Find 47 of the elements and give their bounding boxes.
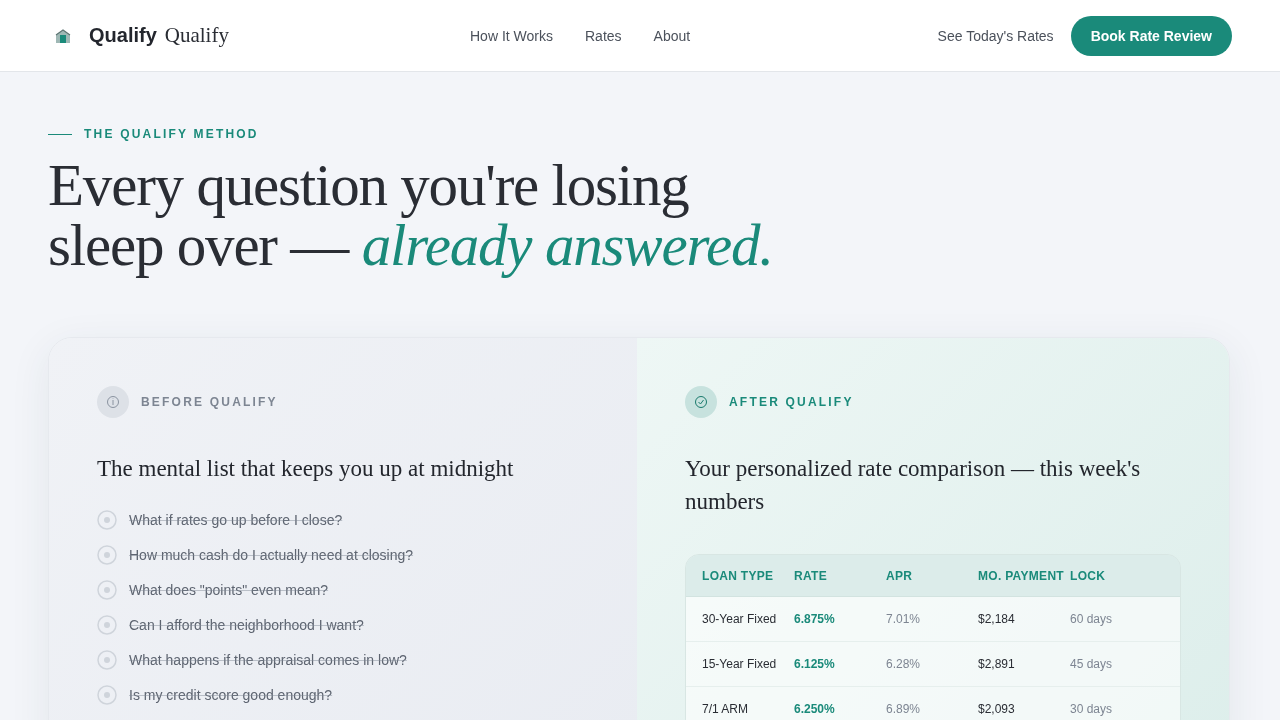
section-title: The mental list that keeps you up at midnight bbox=[97, 455, 515, 483]
nav-link[interactable]: About bbox=[653, 27, 691, 44]
question-text: What happens if the appraisal comes in low? bbox=[129, 651, 407, 668]
table-cell-text: $2,093 bbox=[978, 702, 1016, 716]
info-icon bbox=[97, 386, 129, 418]
radio-dot-icon bbox=[97, 684, 117, 705]
table-cell-text: 6.125% bbox=[794, 657, 836, 671]
table-cell-text: $2,891 bbox=[978, 657, 1016, 671]
table-cell-text: 30 days bbox=[1070, 702, 1114, 716]
check-circle-icon bbox=[685, 386, 717, 418]
radio-dot-icon bbox=[97, 544, 117, 565]
section-label: BEFORE QUALIFY bbox=[141, 395, 278, 409]
table-cell-text: 6.89% bbox=[886, 702, 922, 716]
table-cell-text: 7.01% bbox=[886, 612, 922, 626]
rates-link[interactable]: See Today's Rates bbox=[937, 27, 1054, 44]
section-title: Your personalized rate comparison — this week's numbers bbox=[685, 455, 1142, 516]
radio-dot-icon bbox=[97, 579, 117, 600]
table-cell-text: $2,184 bbox=[978, 612, 1016, 626]
nav-link[interactable]: How It Works bbox=[470, 27, 553, 44]
table-cell-text: 6.875% bbox=[794, 612, 836, 626]
nav-link[interactable]: Rates bbox=[585, 27, 622, 44]
question-text: Is my credit score good enough? bbox=[129, 686, 333, 703]
column-header: RATE bbox=[794, 568, 828, 583]
eyebrow-label: THE QUALIFY METHOD bbox=[84, 127, 259, 141]
question-text: What if rates go up before I close? bbox=[129, 511, 343, 528]
table-cell-text: 15-Year Fixed bbox=[702, 657, 778, 671]
question-text: What does "points" even mean? bbox=[129, 581, 329, 598]
table-cell-text: 45 days bbox=[1070, 657, 1114, 671]
section-label: AFTER QUALIFY bbox=[729, 395, 854, 409]
table-cell-text: 7/1 ARM bbox=[702, 702, 750, 716]
question-text: How much cash do I actually need at closing? bbox=[129, 546, 414, 563]
column-header: LOCK bbox=[1070, 568, 1107, 583]
column-header: LOAN TYPE bbox=[702, 568, 775, 583]
column-header: APR bbox=[886, 568, 914, 583]
question-text: Can I afford the neighborhood I want? bbox=[129, 616, 364, 633]
radio-dot-icon bbox=[97, 509, 117, 530]
book-button[interactable]: Book Rate Review bbox=[1070, 15, 1232, 56]
table-cell-text: 30-Year Fixed bbox=[702, 612, 778, 626]
radio-dot-icon bbox=[97, 614, 117, 635]
table-cell-text: 60 days bbox=[1070, 612, 1114, 626]
radio-dot-icon bbox=[97, 649, 117, 670]
brand-name[interactable]: Qualify bbox=[89, 24, 157, 47]
column-header: MO. PAYMENT bbox=[978, 568, 1065, 583]
house-icon bbox=[55, 27, 71, 44]
table-cell-text: 6.250% bbox=[794, 702, 836, 716]
brand-name[interactable]: Qualify bbox=[164, 23, 229, 48]
table-cell-text: 6.28% bbox=[886, 657, 922, 671]
